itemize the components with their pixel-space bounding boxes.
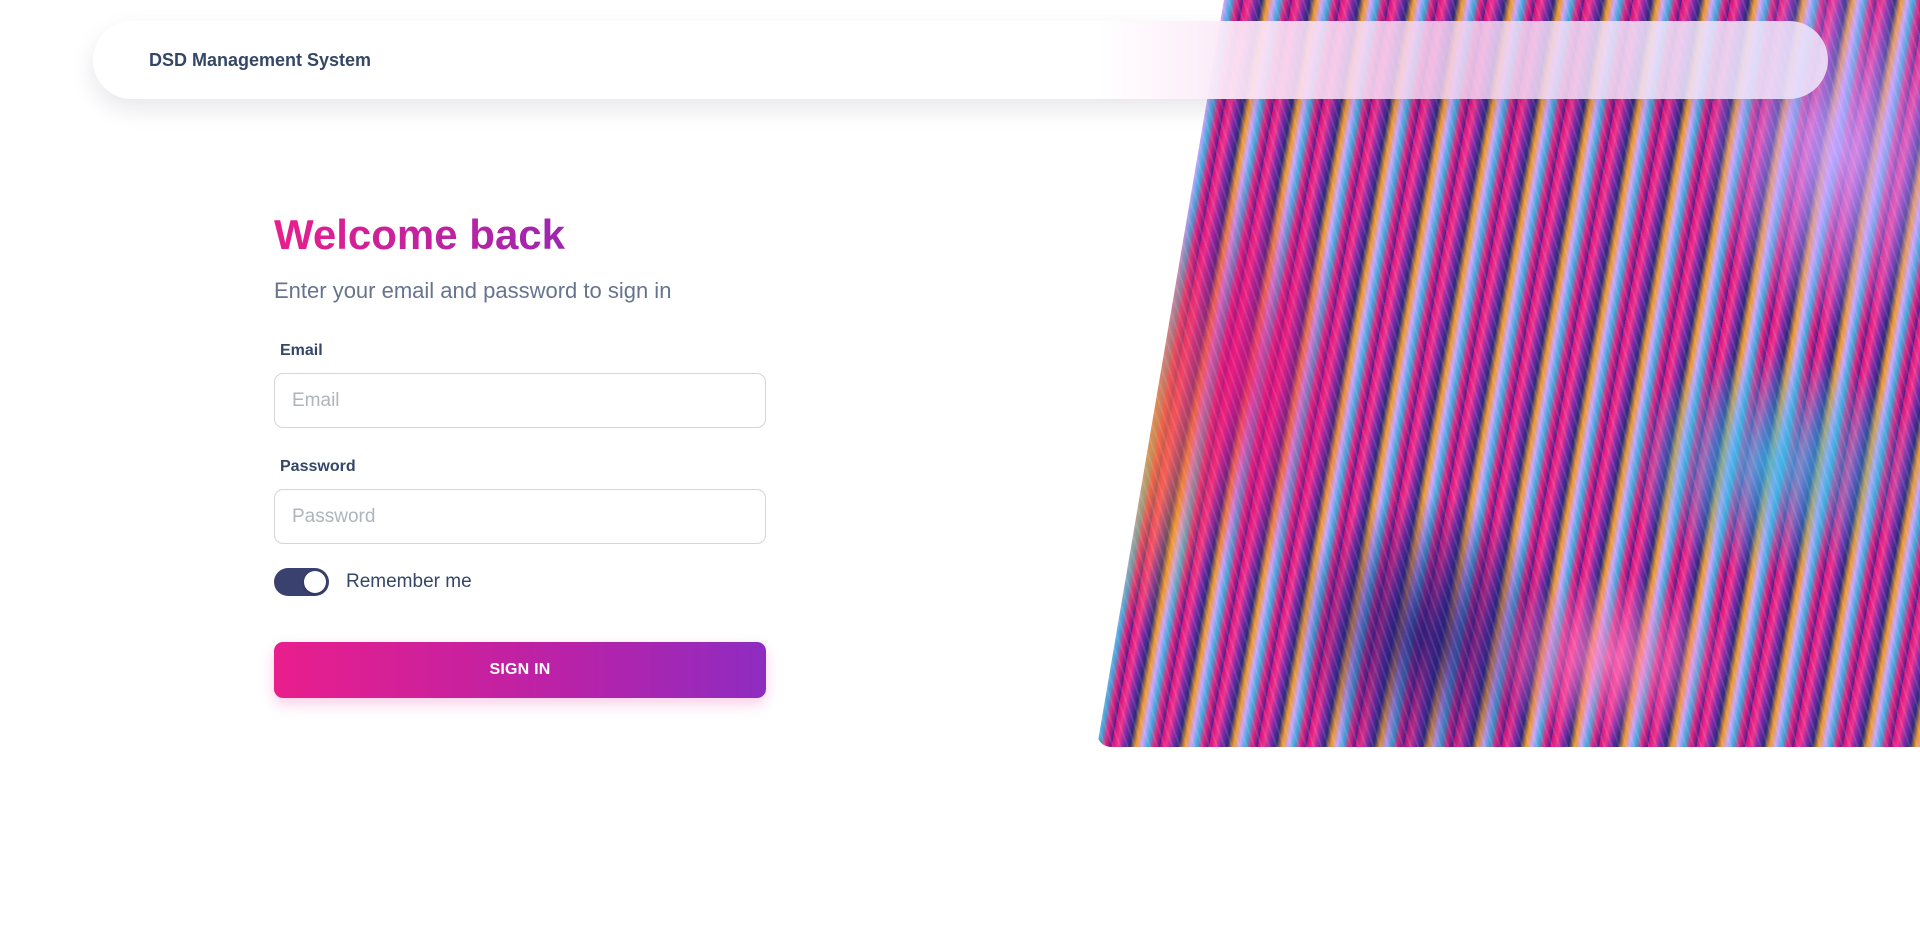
password-field[interactable] xyxy=(274,489,766,544)
email-field[interactable] xyxy=(274,373,766,428)
page-subtitle: Enter your email and password to sign in xyxy=(274,278,672,303)
email-label: Email xyxy=(280,342,323,359)
remember-me-toggle[interactable] xyxy=(274,568,329,596)
sign-in-form: Welcome back Enter your email and passwo… xyxy=(274,210,766,698)
remember-me-label[interactable]: Remember me xyxy=(346,571,472,593)
password-label: Password xyxy=(280,458,356,475)
remember-me-row: Remember me xyxy=(274,568,766,596)
brand-title[interactable]: DSD Management System xyxy=(149,50,371,71)
sign-in-button[interactable]: SIGN IN xyxy=(274,642,766,698)
top-navbar: DSD Management System xyxy=(93,21,1828,99)
decorative-art-image xyxy=(1097,0,1920,747)
page-title: Welcome back xyxy=(274,211,566,258)
toggle-knob xyxy=(304,571,326,593)
sign-in-page: DSD Management System Welcome back Enter… xyxy=(0,0,1920,941)
